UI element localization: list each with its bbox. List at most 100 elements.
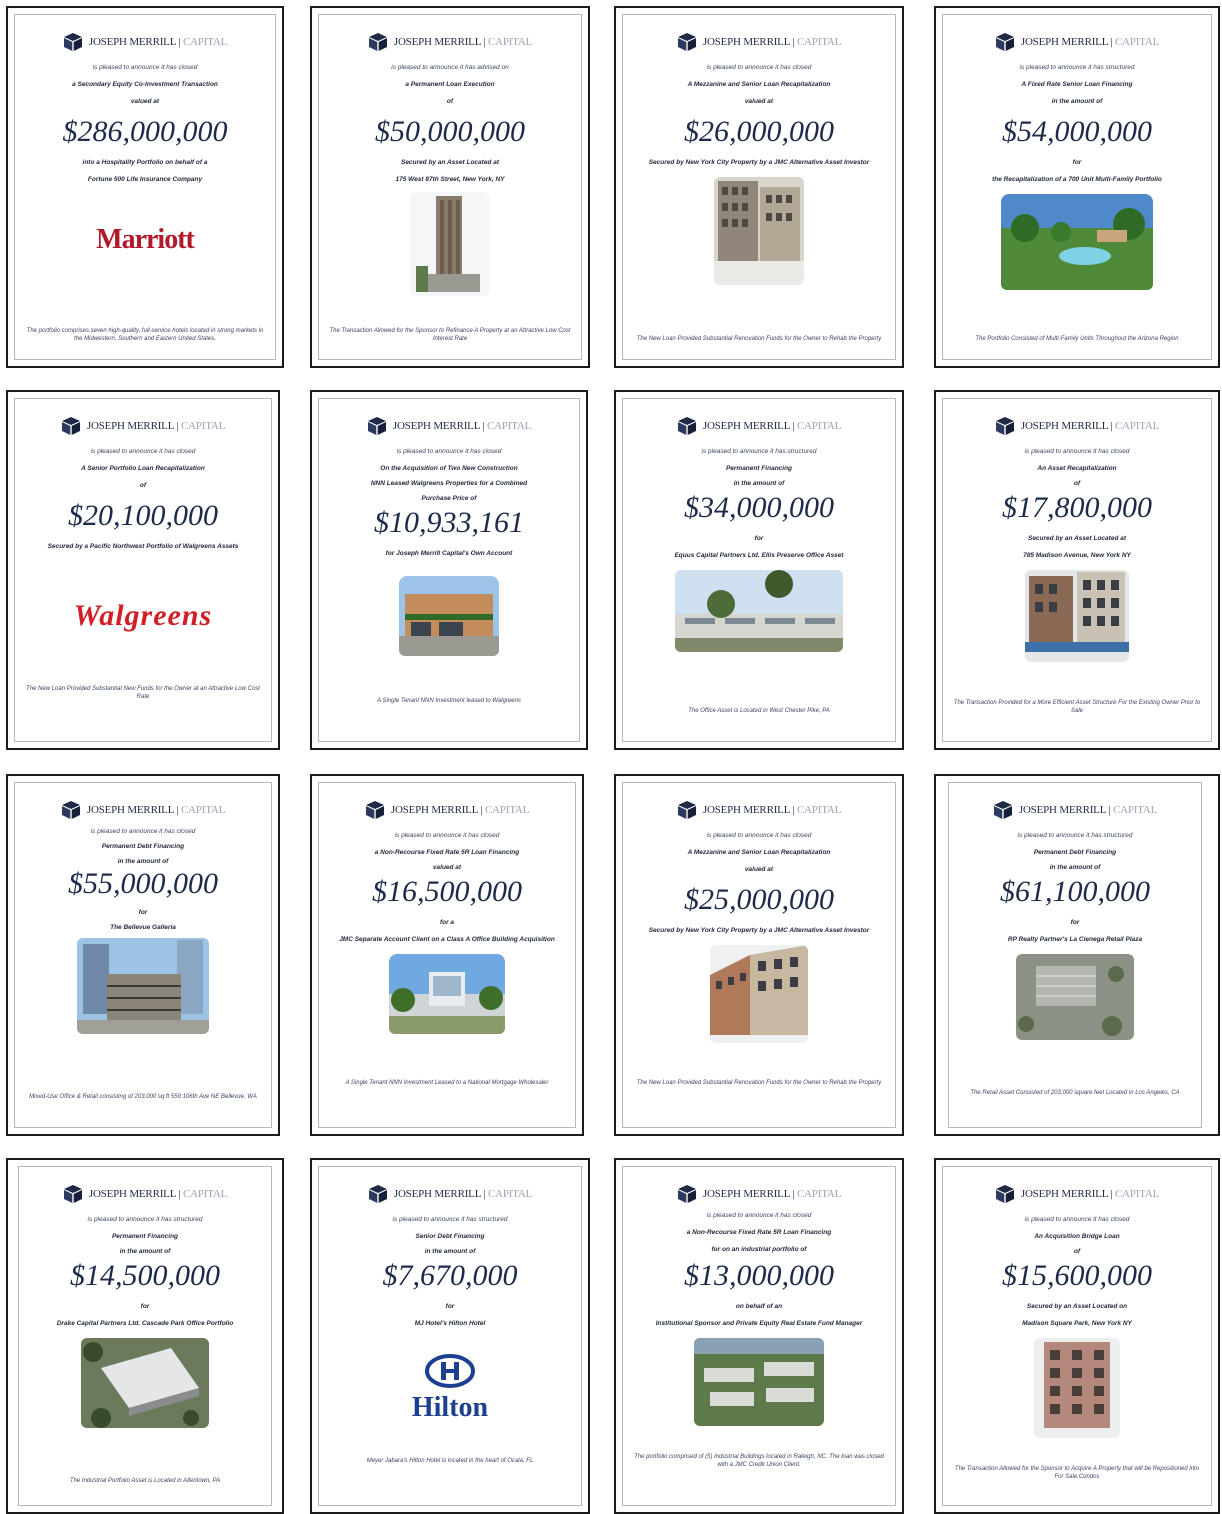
tombstone-card-13[interactable]: JOSEPH MERRILL | CAPITAL is pleased to a… bbox=[6, 1158, 284, 1514]
office-building-photo bbox=[389, 954, 505, 1034]
resort-photo bbox=[1001, 194, 1153, 290]
connector: of bbox=[139, 482, 147, 489]
cube-logo-icon bbox=[365, 801, 384, 819]
caption: The Industrial Portfolio Asset is Locate… bbox=[69, 1478, 221, 1484]
brand-name: JOSEPH MERRILL | CAPITAL bbox=[702, 36, 842, 48]
hilton-logo: Hilton bbox=[411, 1392, 489, 1423]
cube-logo-icon bbox=[368, 1185, 387, 1203]
tombstone-card-16[interactable]: JOSEPH MERRILL | CAPITAL is pleased to a… bbox=[934, 1158, 1220, 1514]
card-frame: JOSEPH MERRILL | CAPITAL is pleased to a… bbox=[14, 398, 272, 742]
tombstone-card-5[interactable]: JOSEPH MERRILL | CAPITAL is pleased to a… bbox=[6, 390, 280, 750]
card-frame: JOSEPH MERRILL | CAPITAL is pleased to a… bbox=[942, 1166, 1212, 1506]
connector: valued at bbox=[744, 866, 774, 873]
walgreens-logo: Walgreens bbox=[73, 599, 213, 632]
deal-type: Permanent Debt Financing bbox=[1033, 849, 1117, 856]
brand-name: JOSEPH MERRILL | CAPITAL bbox=[1020, 420, 1160, 432]
brand-name: JOSEPH MERRILL | CAPITAL bbox=[702, 804, 842, 816]
connector: valued at bbox=[744, 98, 774, 105]
tombstone-card-14[interactable]: JOSEPH MERRILL | CAPITAL is pleased to a… bbox=[310, 1158, 590, 1514]
deal-amount: $15,600,000 bbox=[1002, 1259, 1152, 1292]
brand-logo: JOSEPH MERRILL | CAPITAL bbox=[943, 1183, 1211, 1205]
deal-detail: Secured by New York City Property by a J… bbox=[648, 927, 870, 934]
brand-logo: JOSEPH MERRILL | CAPITAL bbox=[15, 31, 275, 53]
connector: in the amount of bbox=[117, 858, 169, 865]
deal-type: a Secondary Equity Co-Investment Transac… bbox=[72, 81, 218, 88]
galleria-photo bbox=[77, 938, 209, 1034]
deal-amount: $17,800,000 bbox=[1002, 491, 1152, 524]
store-photo bbox=[399, 576, 499, 656]
caption: The Transaction Provided for a More Effi… bbox=[953, 700, 1201, 714]
deal-detail: into a Hospitality Portfolio on behalf o… bbox=[82, 159, 208, 166]
brand-name: JOSEPH MERRILL | CAPITAL bbox=[393, 36, 533, 48]
tombstone-card-3[interactable]: JOSEPH MERRILL | CAPITAL is pleased to a… bbox=[614, 6, 904, 368]
card-frame: JOSEPH MERRILL | CAPITAL is pleased to a… bbox=[622, 782, 896, 1128]
intro-text: is pleased to announce it has structured bbox=[87, 1216, 203, 1223]
deal-amount: $25,000,000 bbox=[684, 883, 834, 916]
cube-logo-icon bbox=[677, 33, 696, 51]
deal-detail-2: Madison Square Park, New York NY bbox=[1022, 1320, 1132, 1327]
intro-text: is pleased to announce it has structured bbox=[701, 448, 817, 455]
condo-building-photo bbox=[1034, 1338, 1120, 1438]
intro-text: is pleased to announce it has closed bbox=[1024, 1216, 1130, 1223]
cube-logo-icon bbox=[677, 417, 696, 435]
intro-text: is pleased to announce it has closed bbox=[706, 1212, 812, 1219]
deal-type: a Permanent Loan Execution bbox=[405, 81, 495, 88]
brand-name: JOSEPH MERRILL | CAPITAL bbox=[1018, 804, 1158, 816]
tombstone-card-7[interactable]: JOSEPH MERRILL | CAPITAL is pleased to a… bbox=[614, 390, 904, 750]
caption: A Single Tenant NNN Investment Leased to… bbox=[345, 1080, 549, 1086]
card-frame: JOSEPH MERRILL | CAPITAL is pleased to a… bbox=[318, 14, 582, 360]
deal-detail-2: The Bellevue Galleria bbox=[110, 924, 176, 931]
deal-detail-2: Equus Capital Partners Ltd. Ellis Preser… bbox=[674, 552, 844, 559]
card-frame: JOSEPH MERRILL | CAPITAL is pleased to a… bbox=[318, 782, 576, 1128]
connector: of bbox=[446, 98, 454, 105]
tombstone-card-12[interactable]: JOSEPH MERRILL | CAPITAL is pleased to a… bbox=[934, 774, 1220, 1136]
cube-logo-icon bbox=[63, 33, 82, 51]
tombstone-card-4[interactable]: JOSEPH MERRILL | CAPITAL is pleased to a… bbox=[934, 6, 1220, 368]
brand-logo: JOSEPH MERRILL | CAPITAL bbox=[15, 799, 271, 821]
deal-amount: $14,500,000 bbox=[70, 1259, 220, 1292]
deal-type: Permanent Debt Financing bbox=[101, 843, 185, 850]
cube-logo-icon bbox=[677, 1185, 696, 1203]
tombstone-card-15[interactable]: JOSEPH MERRILL | CAPITAL is pleased to a… bbox=[614, 1158, 904, 1514]
connector: in the amount of bbox=[424, 1248, 476, 1255]
card-frame: JOSEPH MERRILL | CAPITAL is pleased to a… bbox=[318, 398, 580, 742]
deal-amount: $50,000,000 bbox=[375, 115, 525, 148]
tombstone-card-8[interactable]: JOSEPH MERRILL | CAPITAL is pleased to a… bbox=[934, 390, 1220, 750]
deal-type: a Non-Recourse Fixed Rate 5R Loan Financ… bbox=[686, 1229, 832, 1236]
brand-logo: JOSEPH MERRILL | CAPITAL bbox=[319, 799, 575, 821]
cube-logo-icon bbox=[995, 33, 1014, 51]
deal-detail: for bbox=[754, 535, 764, 542]
intro-text: is pleased to announce it has closed bbox=[92, 64, 198, 71]
tombstone-card-10[interactable]: JOSEPH MERRILL | CAPITAL is pleased to a… bbox=[310, 774, 584, 1136]
tombstone-card-6[interactable]: JOSEPH MERRILL | CAPITAL is pleased to a… bbox=[310, 390, 588, 750]
deal-type: A Fixed Rate Senior Loan Financing bbox=[1021, 81, 1133, 88]
deal-type: A Mezzanine and Senior Loan Recapitaliza… bbox=[687, 849, 831, 856]
connector: for on an industrial portfolio of bbox=[711, 1246, 807, 1253]
tombstone-card-1[interactable]: JOSEPH MERRILL | CAPITAL is pleased to a… bbox=[6, 6, 284, 368]
brand-logo: JOSEPH MERRILL | CAPITAL bbox=[943, 415, 1211, 437]
deal-amount: $10,933,161 bbox=[374, 506, 524, 539]
card-frame: JOSEPH MERRILL | CAPITAL is pleased to a… bbox=[18, 1166, 272, 1506]
deal-detail-2: Fortune 500 Life Insurance Company bbox=[87, 176, 203, 183]
deal-detail-2: 785 Madison Avenue, New York NY bbox=[1023, 552, 1131, 559]
deal-detail-2: Drake Capital Partners Ltd. Cascade Park… bbox=[56, 1320, 234, 1327]
brand-name: JOSEPH MERRILL | CAPITAL bbox=[702, 420, 842, 432]
deal-detail: Secured by an Asset Located at bbox=[400, 159, 499, 166]
tombstone-card-9[interactable]: JOSEPH MERRILL | CAPITAL is pleased to a… bbox=[6, 774, 280, 1136]
deal-amount: $34,000,000 bbox=[684, 491, 834, 524]
card-frame: JOSEPH MERRILL | CAPITAL is pleased to a… bbox=[318, 1166, 582, 1506]
deal-type-2: NNN Leased Walgreens Properties for a Co… bbox=[370, 480, 528, 487]
brand-name: JOSEPH MERRILL | CAPITAL bbox=[390, 804, 530, 816]
deal-detail: Secured by New York City Property by a J… bbox=[648, 159, 870, 166]
deal-type: An Asset Recapitalization bbox=[1037, 465, 1117, 472]
tombstone-card-2[interactable]: JOSEPH MERRILL | CAPITAL is pleased to a… bbox=[310, 6, 590, 368]
building-photo bbox=[1025, 570, 1129, 662]
connector: of bbox=[1073, 480, 1081, 487]
tombstone-card-11[interactable]: JOSEPH MERRILL | CAPITAL is pleased to a… bbox=[614, 774, 904, 1136]
deal-amount: $61,100,000 bbox=[1000, 875, 1150, 908]
connector: in the amount of bbox=[733, 480, 785, 487]
deal-detail-2: MJ Hotel's Hilton Hotel bbox=[414, 1320, 486, 1327]
cube-logo-icon bbox=[61, 801, 80, 819]
brand-logo: JOSEPH MERRILL | CAPITAL bbox=[19, 1183, 271, 1205]
connector: in the amount of bbox=[1049, 864, 1101, 871]
